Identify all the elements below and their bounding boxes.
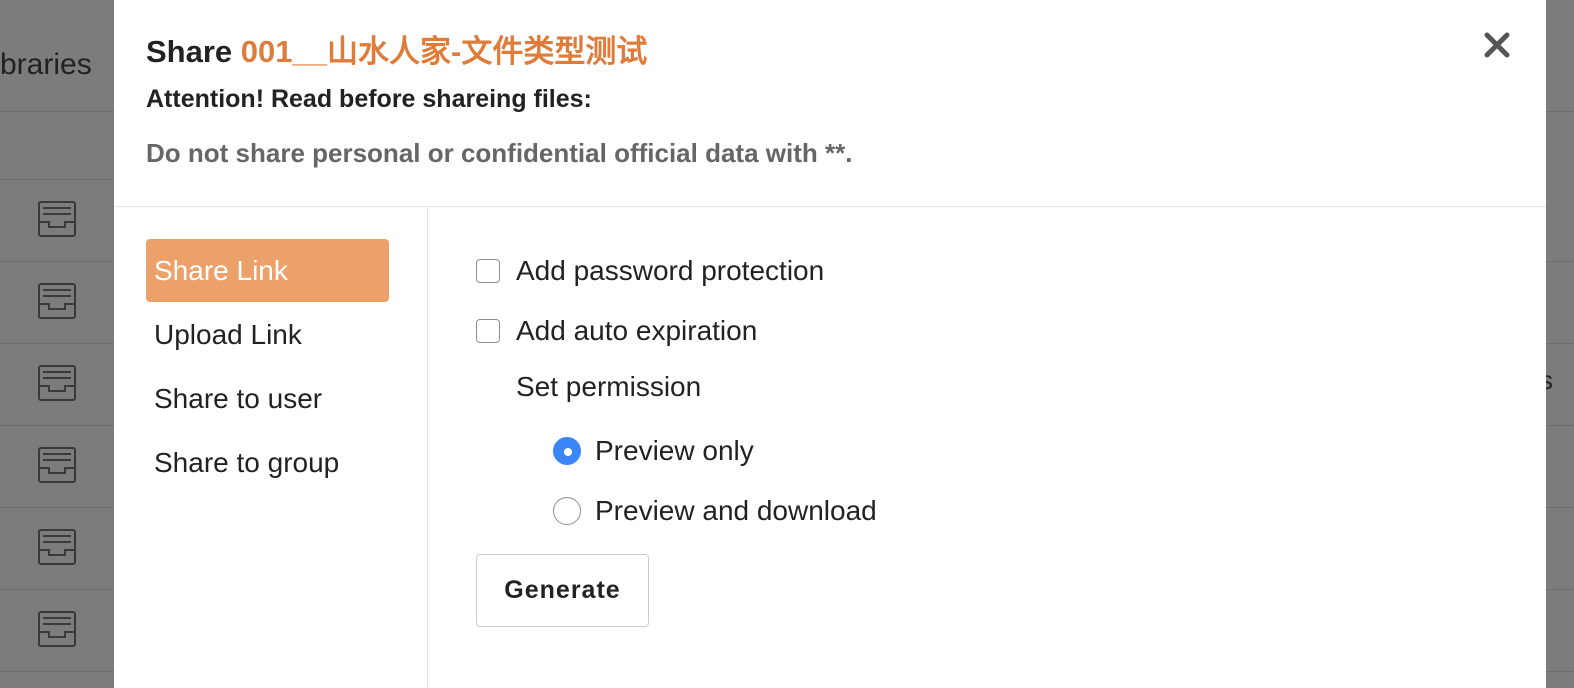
password-checkbox[interactable] [476,259,500,283]
background-row [0,426,114,508]
library-inbox-icon [38,611,76,647]
tab-share-to-user[interactable]: Share to user [146,367,389,430]
background-title-fragment: braries [0,48,92,81]
dialog-title-prefix: Share [146,34,233,69]
dialog-title: Share 001__山水人家-文件类型测试 [146,26,647,71]
preview-only-radio[interactable] [553,437,581,465]
password-option[interactable]: Add password protection [476,255,824,287]
background-row [0,590,114,672]
background-right-column [1546,262,1574,344]
preview-download-option[interactable]: Preview and download [553,495,877,527]
preview-download-radio[interactable] [553,497,581,525]
background-row [0,508,114,590]
password-label: Add password protection [516,255,825,286]
library-inbox-icon [38,283,76,319]
library-inbox-icon [38,447,76,483]
background-row [0,262,114,344]
background-row [0,180,114,262]
expiration-option[interactable]: Add auto expiration [476,315,757,347]
attention-heading: Attention! Read before shareing files: [146,85,592,113]
preview-only-label: Preview only [595,435,754,466]
preview-only-option[interactable]: Preview only [553,435,754,467]
background-row [0,344,114,426]
expiration-checkbox[interactable] [476,319,500,343]
tab-share-link[interactable]: Share Link [146,239,389,302]
permission-heading: Set permission [516,371,702,402]
share-dialog: Share 001__山水人家-文件类型测试 Attention! Read b… [114,0,1546,688]
preview-download-label: Preview and download [595,495,877,526]
background-right-column [1546,180,1574,262]
background-right-column [1546,590,1574,672]
share-type-nav: Share Link Upload Link Share to user Sha… [114,207,428,688]
dialog-header: Share 001__山水人家-文件类型测试 Attention! Read b… [114,0,1546,207]
close-button[interactable] [1480,28,1514,62]
background-right-column [1546,508,1574,590]
sharing-notice: Do not share personal or confidential of… [146,138,853,168]
shared-file-name: 001__山水人家-文件类型测试 [240,34,648,69]
background-header: braries [0,0,114,112]
background-right-column [1546,0,1574,112]
expiration-label: Add auto expiration [516,315,758,346]
library-inbox-icon [38,529,76,565]
background-subheader [0,112,114,180]
tab-share-to-group[interactable]: Share to group [146,431,389,494]
library-inbox-icon [38,201,76,237]
background-right-column [1546,426,1574,508]
share-link-panel: Add password protection Add auto expirat… [428,207,1546,688]
library-inbox-icon [38,365,76,401]
tab-upload-link[interactable]: Upload Link [146,303,389,366]
close-icon [1484,32,1510,58]
generate-button[interactable]: Generate [476,554,649,627]
